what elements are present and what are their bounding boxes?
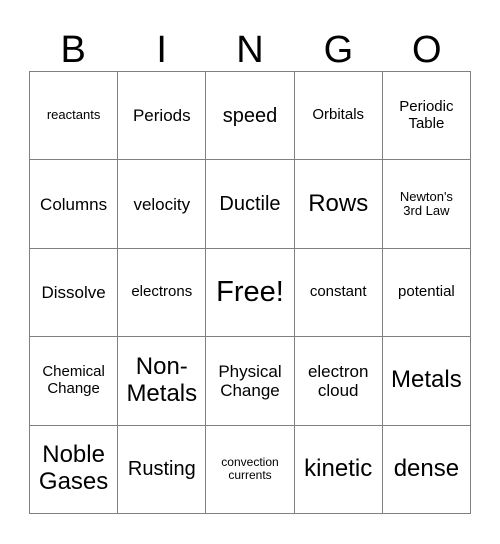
bingo-header-letter-g: G bbox=[323, 29, 354, 71]
bingo-cell[interactable]: reactants bbox=[30, 72, 119, 161]
bingo-cell-label: Chemical Change bbox=[42, 363, 105, 397]
bingo-cell-label: Metals bbox=[391, 366, 462, 394]
bingo-cell[interactable]: Newton's 3rd Law bbox=[382, 160, 471, 249]
bingo-cell-label: Newton's 3rd Law bbox=[399, 188, 453, 219]
bingo-cell-label: Noble Gases bbox=[38, 441, 109, 496]
bingo-cell[interactable]: Non- Metals bbox=[118, 337, 207, 426]
bingo-card: B I N G O reactants Periods speed Orbitals Perio… bbox=[0, 0, 500, 544]
bingo-cell-label: Physical Change bbox=[218, 361, 282, 400]
bingo-header-letter-n: N bbox=[236, 29, 264, 71]
bingo-cell-label: Columns bbox=[40, 194, 108, 214]
bingo-free-cell[interactable]: Free! bbox=[206, 248, 295, 338]
bingo-cell[interactable]: Orbitals bbox=[294, 72, 383, 161]
bingo-cell-label: Rusting bbox=[127, 458, 196, 481]
bingo-cell-label: Non- Metals bbox=[126, 353, 198, 407]
bingo-cell[interactable]: electrons bbox=[118, 248, 207, 338]
bingo-cell[interactable]: Physical Change bbox=[206, 337, 295, 426]
bingo-cell-label: convection currents bbox=[221, 454, 279, 483]
bingo-cell[interactable]: Metals bbox=[382, 337, 471, 426]
bingo-cell-label: Dissolve bbox=[41, 282, 106, 302]
bingo-cell[interactable]: Rows bbox=[294, 160, 383, 249]
bingo-header-letter-o: O bbox=[412, 29, 442, 71]
bingo-cell[interactable]: kinetic bbox=[294, 425, 383, 514]
bingo-cell-label: Rows bbox=[308, 189, 369, 217]
bingo-header-letter-b: B bbox=[60, 29, 86, 71]
bingo-cell-label: dense bbox=[393, 454, 460, 482]
bingo-cell-label: potential bbox=[398, 283, 455, 301]
bingo-cell[interactable]: Periods bbox=[118, 72, 207, 161]
bingo-cell-label: speed bbox=[222, 104, 278, 127]
bingo-cell[interactable]: dense bbox=[382, 425, 471, 514]
bingo-cell-label: velocity bbox=[133, 194, 191, 214]
bingo-cell-label: Orbitals bbox=[312, 106, 365, 124]
bingo-cell-label: Periodic Table bbox=[399, 97, 454, 132]
bingo-cell-label: electrons bbox=[131, 283, 193, 301]
bingo-cell-label: constant bbox=[309, 283, 367, 301]
bingo-cell-label: kinetic bbox=[304, 454, 373, 482]
bingo-cell-label: electron cloud bbox=[307, 361, 369, 400]
bingo-cell[interactable]: Periodic Table bbox=[382, 72, 471, 161]
bingo-cell[interactable]: electron cloud bbox=[294, 337, 383, 426]
bingo-cell[interactable]: Dissolve bbox=[30, 248, 119, 338]
bingo-cell[interactable]: Columns bbox=[30, 160, 119, 249]
bingo-cell[interactable]: Ductile bbox=[206, 160, 295, 249]
bingo-header-row: BINGO bbox=[29, 8, 471, 71]
bingo-header-letter-i: I bbox=[156, 29, 167, 71]
bingo-cell-label: reactants bbox=[46, 107, 101, 123]
bingo-cell[interactable]: potential bbox=[382, 248, 471, 338]
bingo-cell[interactable]: Chemical Change bbox=[30, 337, 119, 426]
bingo-grid: reactants Periods speed Orbitals Periodic Ta… bbox=[29, 71, 471, 514]
bingo-cell[interactable]: Noble Gases bbox=[30, 425, 119, 514]
bingo-cell[interactable]: convection currents bbox=[206, 425, 295, 514]
bingo-cell[interactable]: constant bbox=[294, 248, 383, 338]
bingo-cell[interactable]: speed bbox=[206, 72, 295, 161]
bingo-cell-label: Periods bbox=[132, 106, 191, 126]
bingo-cell[interactable]: velocity bbox=[118, 160, 207, 249]
bingo-cell[interactable]: Rusting bbox=[118, 425, 207, 514]
bingo-cell-label: Ductile bbox=[219, 192, 281, 215]
bingo-cell-label: Free! bbox=[216, 276, 284, 309]
